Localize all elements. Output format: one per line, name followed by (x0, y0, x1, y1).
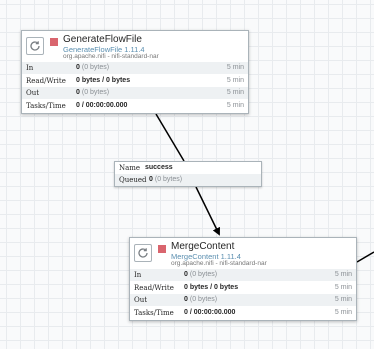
stat-period: 5 min (226, 101, 244, 109)
processor-header: MergeContent MergeContent 1.11.4 org.apa… (130, 238, 356, 268)
connection-queued-label: Queued (119, 176, 147, 184)
connection-label-success[interactable]: Name success Queued 0 (0 bytes) (114, 161, 262, 187)
stat-row-read-write: Read/Write 0 bytes / 0 bytes 5 min (22, 73, 248, 87)
stat-label: Read/Write (26, 76, 66, 85)
stat-period: 5 min (226, 76, 244, 84)
stat-value: 0 bytes / 0 bytes (184, 283, 239, 291)
stat-period: 5 min (226, 64, 244, 71)
processor-refresh-icon (134, 244, 152, 262)
stat-row-in: In 0 (0 bytes) 5 min (130, 268, 356, 281)
stat-label: In (134, 271, 142, 279)
stat-label: In (26, 64, 34, 72)
stat-label: Read/Write (134, 283, 174, 292)
processor-mergecontent[interactable]: MergeContent MergeContent 1.11.4 org.apa… (129, 237, 357, 321)
connection-name-value: success (145, 164, 173, 171)
stat-value: 0 (0 bytes) (184, 296, 218, 303)
processor-name: GenerateFlowFile (63, 34, 142, 45)
stat-period: 5 min (334, 296, 352, 303)
connection-line-success-lower[interactable] (195, 186, 220, 236)
stat-value: 0 / 00:00:00.000 (76, 101, 128, 109)
stat-label: Tasks/Time (134, 308, 174, 317)
connection-line-offscreen[interactable] (356, 251, 374, 263)
stat-value: 0 bytes / 0 bytes (76, 76, 131, 84)
connection-queued-row: Queued 0 (0 bytes) (115, 174, 261, 186)
stat-row-out: Out 0 (0 bytes) 5 min (22, 86, 248, 99)
stat-row-tasks-time: Tasks/Time 0 / 00:00:00.000 5 min (22, 98, 248, 112)
stat-label: Out (26, 89, 40, 97)
stat-label: Tasks/Time (26, 101, 66, 110)
stat-value: 0 (0 bytes) (184, 271, 218, 278)
stat-value: 0 / 00:00:00.000 (184, 308, 236, 316)
connection-name-row: Name success (115, 162, 261, 174)
stat-period: 5 min (334, 283, 352, 291)
stopped-state-icon (158, 245, 166, 253)
connection-line-success[interactable] (155, 113, 185, 162)
stat-row-read-write: Read/Write 0 bytes / 0 bytes 5 min (130, 280, 356, 294)
processor-bundle: org.apache.nifi - nifi-standard-nar (63, 53, 159, 60)
stopped-state-icon (50, 38, 58, 46)
connection-name-label: Name (119, 164, 141, 172)
stat-period: 5 min (226, 89, 244, 96)
stat-row-out: Out 0 (0 bytes) 5 min (130, 293, 356, 306)
stat-row-in: In 0 (0 bytes) 5 min (22, 61, 248, 74)
stat-value: 0 (0 bytes) (76, 64, 110, 71)
stat-row-tasks-time: Tasks/Time 0 / 00:00:00.000 5 min (130, 305, 356, 319)
connection-queued-value: 0 (0 bytes) (149, 176, 183, 183)
processor-refresh-icon (26, 37, 44, 55)
stat-label: Out (134, 296, 148, 304)
processor-bundle: org.apache.nifi - nifi-standard-nar (171, 260, 267, 267)
stat-period: 5 min (334, 271, 352, 278)
processor-generateflowfile[interactable]: GenerateFlowFile GenerateFlowFile 1.11.4… (21, 30, 249, 114)
processor-name: MergeContent (171, 241, 235, 252)
processor-header: GenerateFlowFile GenerateFlowFile 1.11.4… (22, 31, 248, 61)
stat-period: 5 min (334, 308, 352, 316)
stat-value: 0 (0 bytes) (76, 89, 110, 96)
